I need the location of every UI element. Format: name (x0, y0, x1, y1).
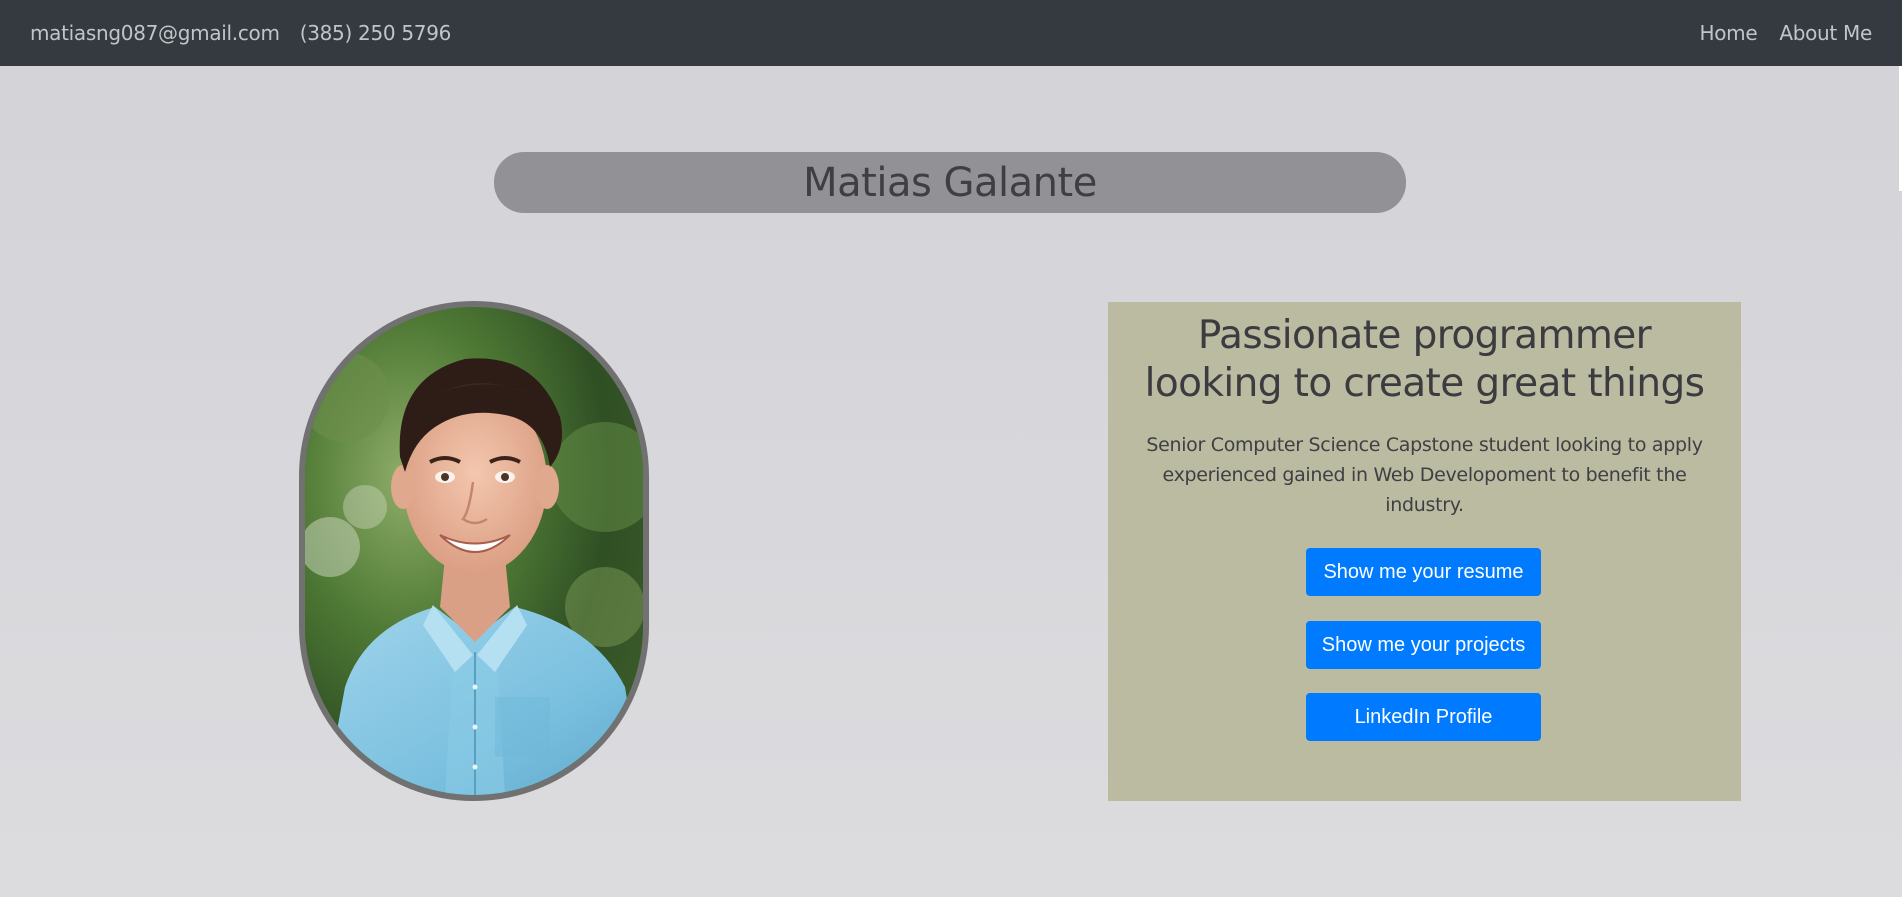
projects-button[interactable]: Show me your projects (1306, 621, 1541, 669)
nav-links: Home About Me (1699, 21, 1872, 45)
page-title: Matias Galante (803, 159, 1097, 206)
intro-card: Passionate programmer looking to create … (1108, 302, 1741, 801)
top-navbar: matiasng087@gmail.com (385) 250 5796 Hom… (0, 0, 1902, 66)
profile-photo-image (305, 307, 643, 795)
email-text: matiasng087@gmail.com (30, 21, 280, 45)
intro-headline: Passionate programmer looking to create … (1144, 313, 1705, 406)
resume-button[interactable]: Show me your resume (1306, 548, 1541, 596)
linkedin-button[interactable]: LinkedIn Profile (1306, 693, 1541, 741)
nav-link-about-me[interactable]: About Me (1779, 21, 1872, 45)
phone-text: (385) 250 5796 (299, 21, 452, 45)
profile-photo (299, 301, 649, 801)
nav-link-home[interactable]: Home (1699, 21, 1757, 45)
intro-description: Senior Computer Science Capstone student… (1146, 434, 1703, 516)
name-banner: Matias Galante (494, 152, 1406, 213)
contact-info: matiasng087@gmail.com (385) 250 5796 (30, 21, 451, 45)
